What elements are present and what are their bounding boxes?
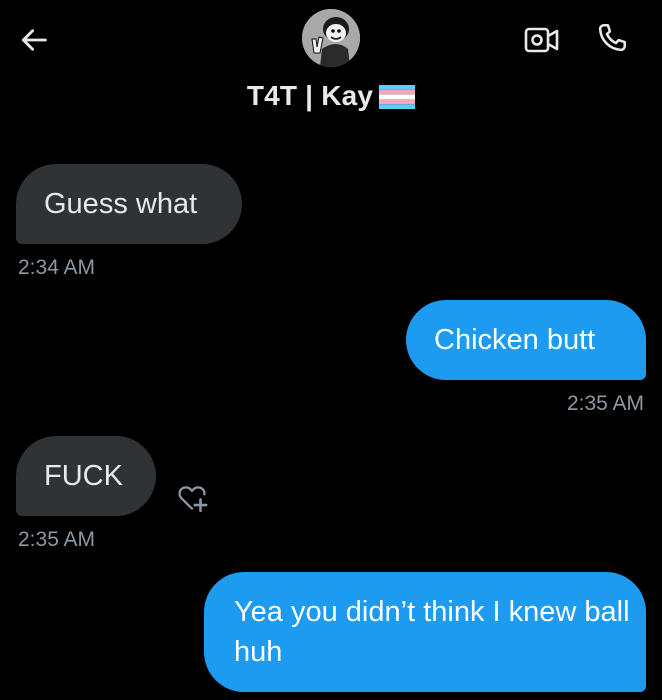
arrow-left-icon <box>21 29 47 51</box>
message-timestamp: 2:35 AM <box>18 528 96 551</box>
message-bubble-outgoing[interactable]: Yea you didn’t think I knew ball huh <box>204 572 646 692</box>
transgender-flag-icon <box>379 85 416 109</box>
message-text: FUCK <box>44 460 123 492</box>
add-reaction-button[interactable] <box>172 478 212 518</box>
phone-icon <box>598 23 627 52</box>
contact-avatar[interactable] <box>302 9 360 67</box>
message-bubble-outgoing[interactable]: Chicken butt <box>406 300 646 380</box>
message-text: Yea you didn’t think I knew ball huh <box>234 596 630 668</box>
message-timestamp: 2:34 AM <box>18 256 96 279</box>
message-bubble-incoming[interactable]: FUCK <box>16 436 156 516</box>
back-button[interactable] <box>14 20 54 60</box>
contact-name: T4T | Kay <box>246 80 374 111</box>
message-bubble-incoming[interactable]: Guess what <box>16 164 242 244</box>
phone-call-button[interactable] <box>590 16 634 60</box>
message-text: Guess what <box>44 188 198 220</box>
heart-plus-icon <box>178 486 208 513</box>
video-call-icon <box>524 27 559 53</box>
video-call-button[interactable] <box>520 18 564 62</box>
message-timestamp: 2:35 AM <box>566 392 644 415</box>
conversation-header: T4T | Kay <box>0 0 662 130</box>
contact-name-row[interactable]: T4T | Kay <box>0 80 662 112</box>
message-text: Chicken butt <box>434 324 596 356</box>
